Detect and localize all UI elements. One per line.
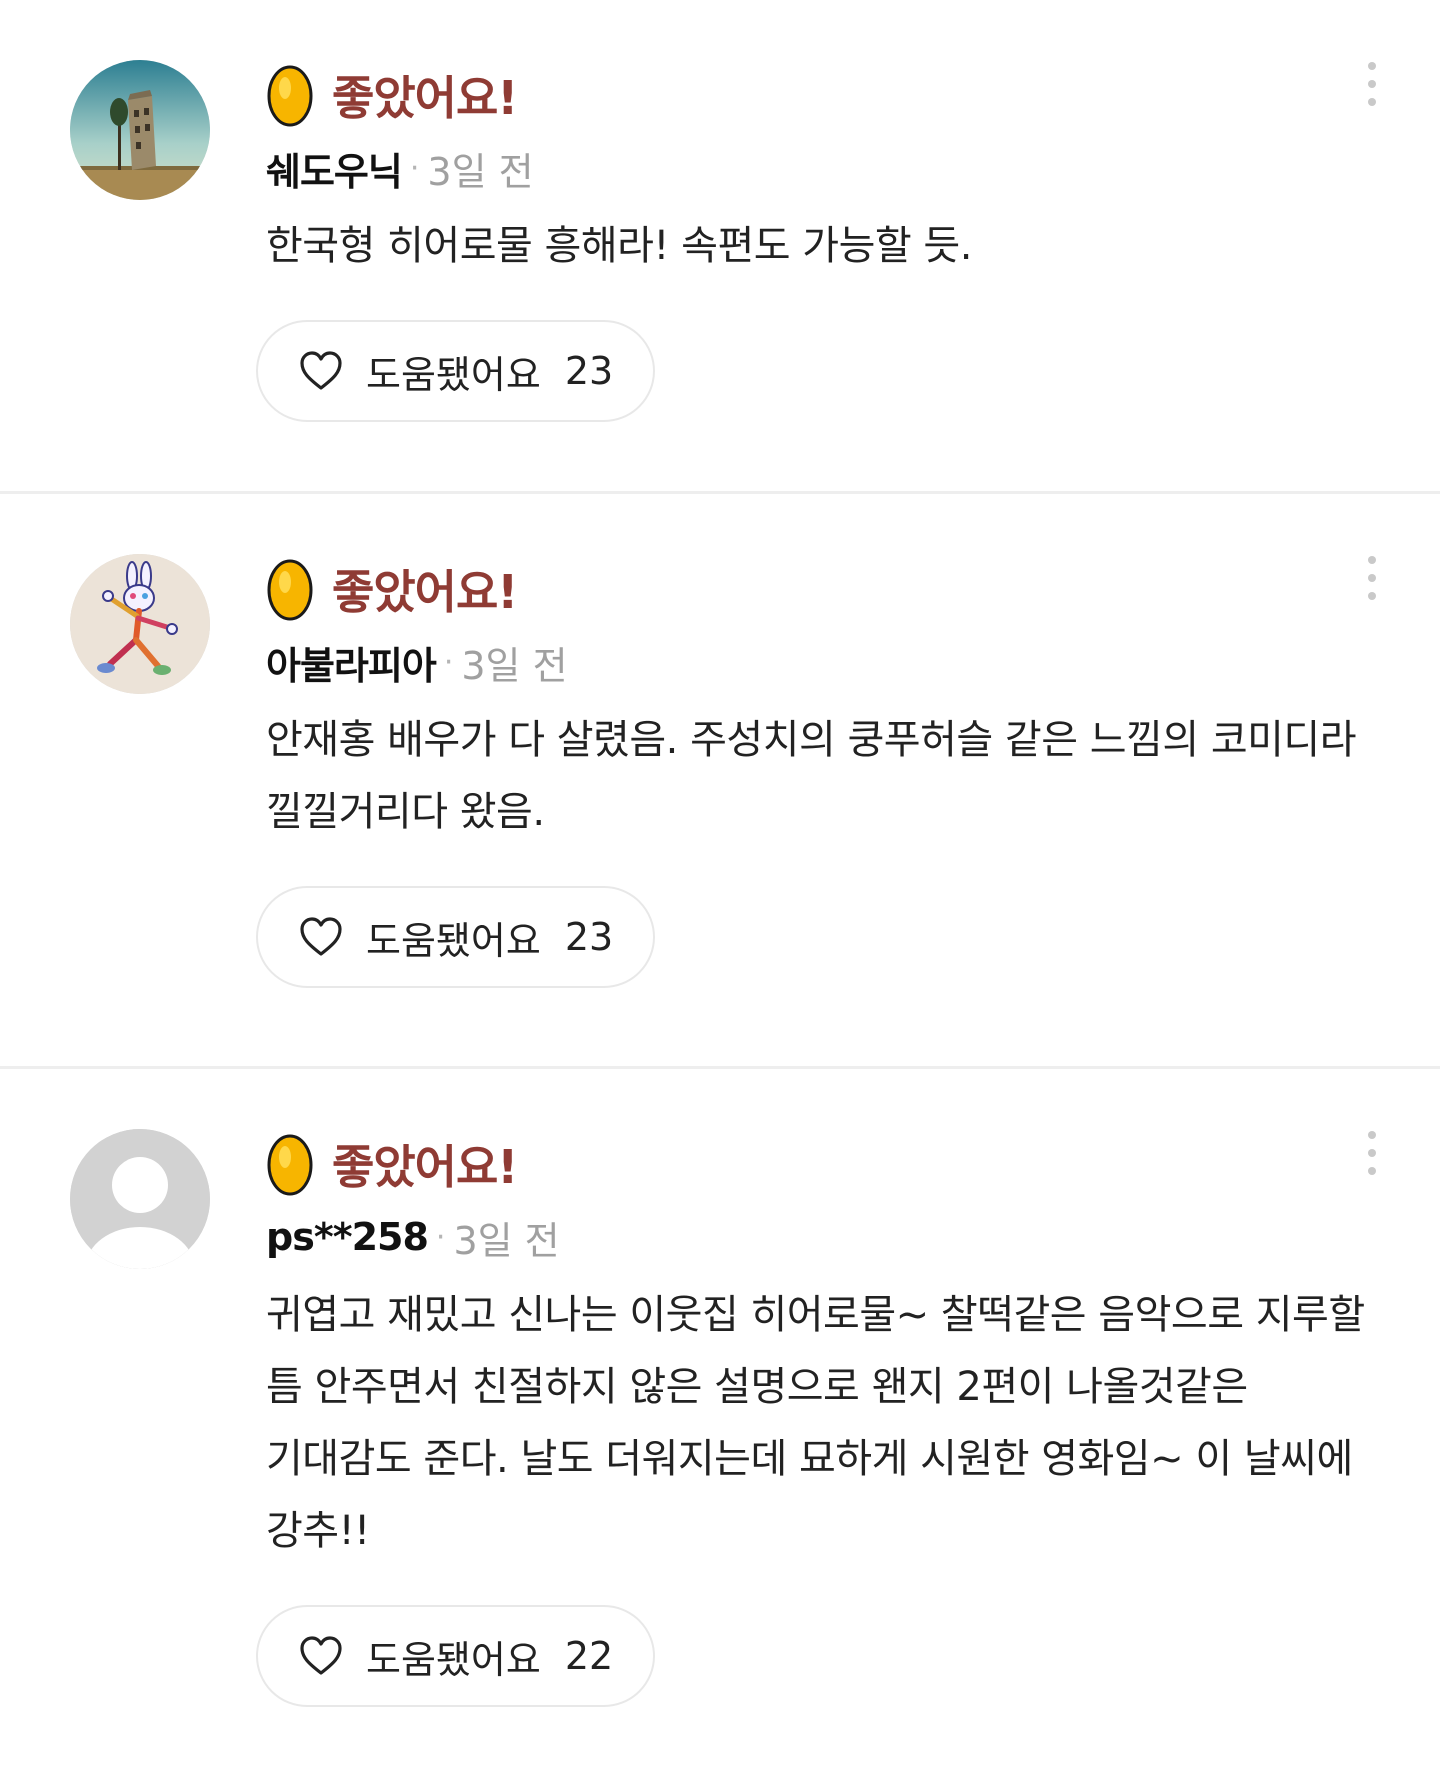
rating: 좋았어요! bbox=[266, 60, 1376, 130]
more-vertical-icon-dot bbox=[1368, 1131, 1376, 1139]
rabbit-drawing-avatar-image bbox=[70, 554, 210, 694]
review-list: 좋았어요! 쉐도우닉 · 3일 전 한국형 히어로물 흥해라! 속편도 가능할 … bbox=[0, 0, 1440, 1772]
rating-label: 좋았어요! bbox=[332, 1140, 518, 1194]
review-meta: 쉐도우닉 · 3일 전 bbox=[266, 140, 1376, 196]
avatar[interactable] bbox=[70, 60, 210, 200]
more-options-button[interactable] bbox=[1360, 62, 1384, 106]
review-item: 좋았어요! ps**258 · 3일 전 귀엽고 재밌고 신나는 이웃집 히어로… bbox=[0, 1069, 1440, 1772]
avatar[interactable] bbox=[70, 1129, 210, 1269]
review-content: 한국형 히어로물 흥해라! 속편도 가능할 듯. bbox=[266, 223, 972, 269]
heart-outline-icon bbox=[300, 1636, 342, 1675]
rating: 좋았어요! bbox=[266, 554, 1376, 624]
golden-egg-icon bbox=[267, 559, 313, 621]
more-vertical-icon-dot bbox=[1368, 62, 1376, 70]
more-vertical-icon-dot bbox=[1368, 98, 1376, 106]
review-body: 좋았어요! 쉐도우닉 · 3일 전 한국형 히어로물 흥해라! 속편도 가능할 … bbox=[256, 60, 1376, 422]
review-body: 좋았어요! 아불라피아 · 3일 전 안재홍 배우가 다 살렸음. 주성치의 쿵… bbox=[256, 554, 1376, 988]
helpful-label: 도움됐어요 bbox=[366, 918, 541, 963]
meta-separator: · bbox=[409, 150, 420, 186]
tower-painting-avatar-image bbox=[70, 60, 210, 200]
avatar[interactable] bbox=[70, 554, 210, 694]
more-options-button[interactable] bbox=[1360, 556, 1384, 600]
rating-label: 좋았어요! bbox=[332, 71, 518, 125]
rating: 좋았어요! bbox=[266, 1129, 1376, 1199]
review-meta: 아불라피아 · 3일 전 bbox=[266, 634, 1376, 690]
helpful-count: 23 bbox=[564, 915, 614, 959]
default-user-avatar-image bbox=[70, 1129, 210, 1269]
review-body: 좋았어요! ps**258 · 3일 전 귀엽고 재밌고 신나는 이웃집 히어로… bbox=[256, 1129, 1376, 1707]
rating-label: 좋았어요! bbox=[332, 565, 518, 619]
review-item: 좋았어요! 쉐도우닉 · 3일 전 한국형 히어로물 흥해라! 속편도 가능할 … bbox=[0, 0, 1440, 494]
more-options-button[interactable] bbox=[1360, 1131, 1384, 1175]
meta-separator: · bbox=[435, 1219, 446, 1255]
author-name[interactable]: ps**258 bbox=[266, 1215, 429, 1259]
review-meta: ps**258 · 3일 전 bbox=[266, 1209, 1376, 1265]
heart-outline-icon bbox=[300, 917, 342, 956]
review-item: 좋았어요! 아불라피아 · 3일 전 안재홍 배우가 다 살렸음. 주성치의 쿵… bbox=[0, 494, 1440, 1069]
review-time: 3일 전 bbox=[427, 149, 534, 194]
review-content: 귀엽고 재밌고 신나는 이웃집 히어로물~ 찰떡같은 음악으로 지루할 틈 안주… bbox=[266, 1292, 1365, 1554]
golden-egg-icon bbox=[267, 1134, 313, 1196]
helpful-button[interactable]: 도움됐어요 23 bbox=[256, 320, 656, 422]
helpful-count: 22 bbox=[564, 1634, 614, 1678]
helpful-label: 도움됐어요 bbox=[366, 1637, 541, 1682]
author-name[interactable]: 쉐도우닉 bbox=[266, 141, 403, 196]
more-vertical-icon-dot bbox=[1368, 1149, 1376, 1157]
review-time: 3일 전 bbox=[453, 1218, 560, 1263]
helpful-label: 도움됐어요 bbox=[366, 352, 541, 397]
helpful-button[interactable]: 도움됐어요 23 bbox=[256, 886, 656, 988]
golden-egg-icon bbox=[267, 65, 313, 127]
more-vertical-icon-dot bbox=[1368, 556, 1376, 564]
heart-outline-icon bbox=[300, 351, 342, 390]
helpful-count: 23 bbox=[564, 349, 614, 393]
more-vertical-icon-dot bbox=[1368, 574, 1376, 582]
more-vertical-icon-dot bbox=[1368, 592, 1376, 600]
author-name[interactable]: 아불라피아 bbox=[266, 635, 437, 690]
meta-separator: · bbox=[443, 644, 454, 680]
review-content: 안재홍 배우가 다 살렸음. 주성치의 쿵푸허슬 같은 느낌의 코미디라 낄낄거… bbox=[266, 717, 1357, 835]
helpful-button[interactable]: 도움됐어요 22 bbox=[256, 1605, 656, 1707]
review-time: 3일 전 bbox=[461, 643, 568, 688]
more-vertical-icon-dot bbox=[1368, 80, 1376, 88]
more-vertical-icon-dot bbox=[1368, 1167, 1376, 1175]
